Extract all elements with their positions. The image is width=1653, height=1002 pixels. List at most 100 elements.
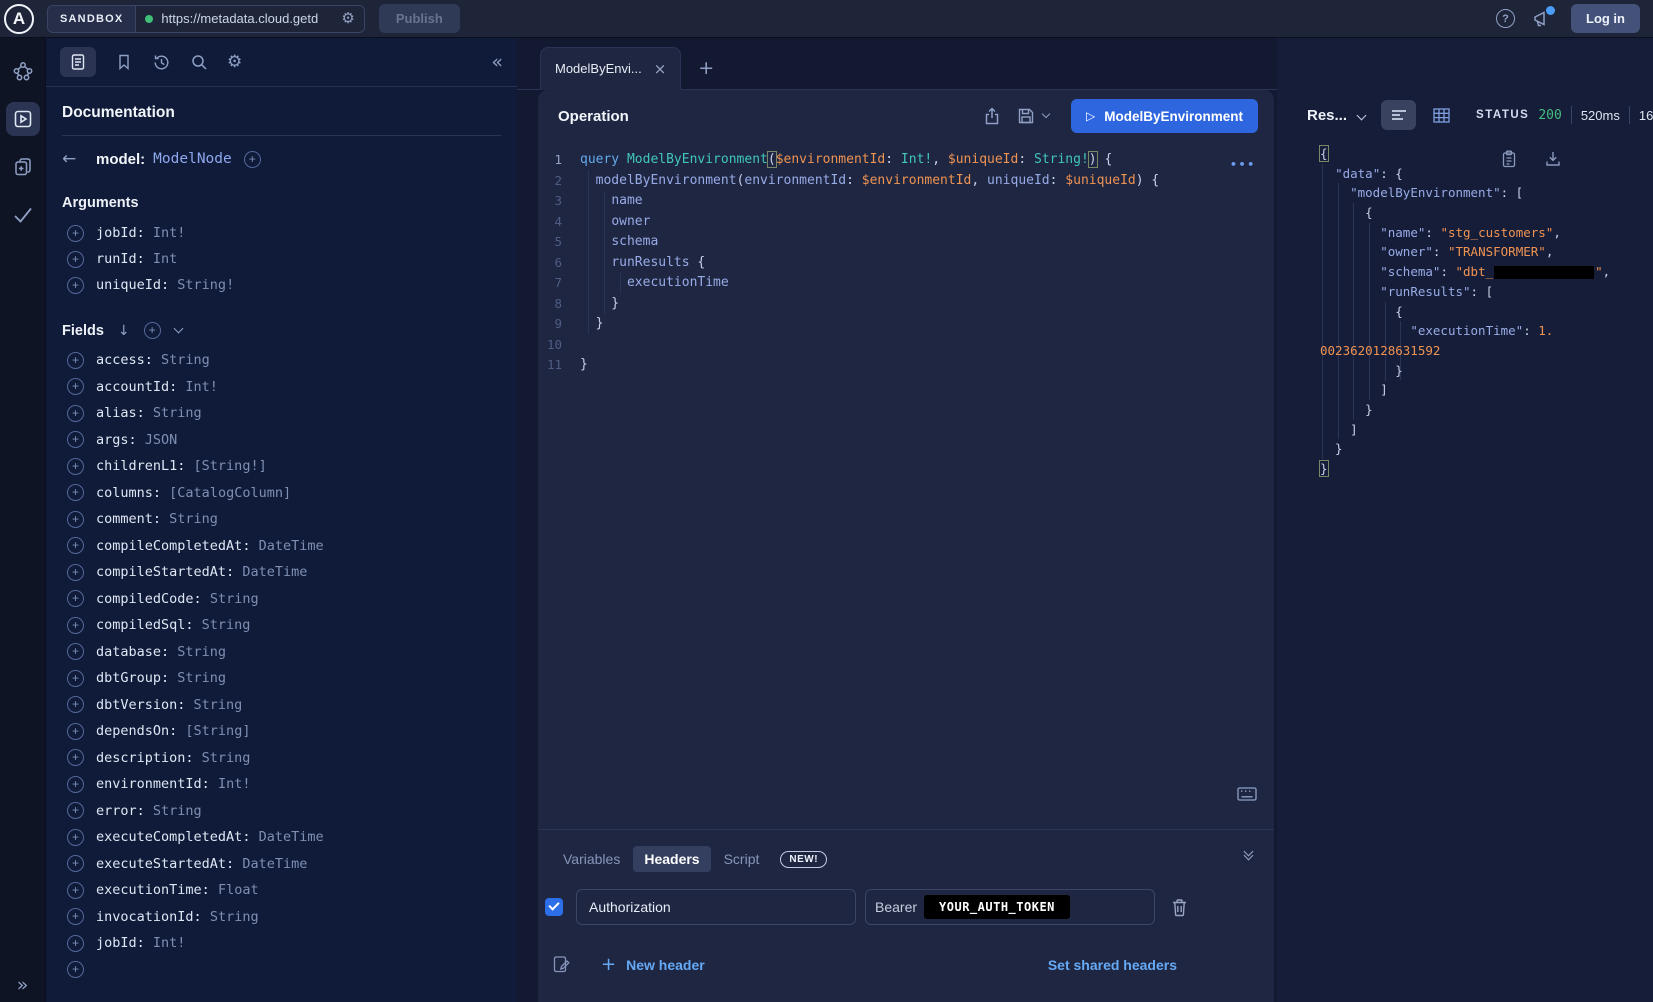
add-field-icon[interactable] (67, 378, 84, 395)
add-field-icon[interactable] (244, 151, 261, 168)
documentation-tab-icon[interactable] (60, 47, 96, 77)
raw-view-icon[interactable] (1381, 100, 1416, 130)
response-chevron-down-icon[interactable] (1358, 106, 1365, 124)
add-field-icon[interactable] (67, 537, 84, 554)
field-type[interactable]: Int! (185, 379, 218, 395)
announcements-icon[interactable] (1532, 9, 1554, 29)
argument-type[interactable]: Int (153, 251, 177, 267)
run-operation-button[interactable]: ▷ ModelByEnvironment (1071, 99, 1258, 133)
endpoint-url[interactable]: https://metadata.cloud.getd (161, 11, 333, 26)
table-view-icon[interactable] (1424, 100, 1459, 130)
add-field-icon[interactable] (67, 749, 84, 766)
collapse-docs-icon[interactable]: « (491, 51, 503, 73)
add-field-icon[interactable] (67, 935, 84, 952)
add-all-fields-icon[interactable] (144, 322, 161, 339)
field-type[interactable]: String (177, 644, 226, 660)
add-field-icon[interactable] (67, 590, 84, 607)
add-field-icon[interactable] (67, 829, 84, 846)
field-type[interactable]: DateTime (259, 829, 324, 845)
argument-type[interactable]: String! (177, 277, 234, 293)
field-type[interactable]: [String] (185, 723, 250, 739)
add-field-icon[interactable] (67, 511, 84, 528)
field-type[interactable]: String (153, 405, 202, 421)
field-type[interactable]: String (210, 909, 259, 925)
field-ref-type[interactable]: ModelNode (153, 151, 232, 167)
keyboard-shortcuts-icon[interactable] (1237, 787, 1257, 801)
field-type[interactable]: String (202, 750, 251, 766)
argument-type[interactable]: Int! (153, 225, 186, 241)
share-operation-icon[interactable] (983, 107, 1001, 126)
add-field-icon[interactable] (67, 352, 84, 369)
endpoint-settings-icon[interactable]: ⚙ (341, 11, 354, 26)
field-type[interactable]: Float (218, 882, 259, 898)
field-type[interactable]: String (161, 352, 210, 368)
field-type[interactable]: Int! (218, 776, 251, 792)
fields-chevron-down-icon[interactable] (173, 324, 183, 334)
operation-tab[interactable]: ModelByEnvi... × (540, 47, 681, 90)
field-type[interactable]: DateTime (259, 538, 324, 554)
add-field-icon[interactable] (67, 776, 84, 793)
field-type[interactable]: [String!] (194, 458, 267, 474)
header-value-input[interactable]: Bearer YOUR_AUTH_TOKEN (865, 889, 1155, 925)
add-field-icon[interactable] (67, 961, 84, 978)
new-header-button[interactable]: + New header (601, 954, 705, 975)
add-field-icon[interactable] (67, 908, 84, 925)
explorer-nav-icon[interactable] (6, 102, 40, 136)
field-type[interactable]: String (210, 591, 259, 607)
field-type[interactable]: String (169, 511, 218, 527)
field-type[interactable]: String (153, 803, 202, 819)
field-type[interactable]: DateTime (242, 564, 307, 580)
checks-icon[interactable] (6, 198, 40, 232)
delete-header-icon[interactable] (1171, 898, 1188, 917)
add-field-icon[interactable] (67, 670, 84, 687)
add-argument-icon[interactable] (67, 251, 84, 268)
field-type[interactable]: Int! (153, 935, 186, 951)
add-field-icon[interactable] (67, 802, 84, 819)
endpoint-input[interactable]: https://metadata.cloud.getd ⚙ (136, 6, 363, 32)
history-icon[interactable] (152, 53, 171, 72)
tab-script[interactable]: Script (713, 846, 771, 872)
add-field-icon[interactable] (67, 643, 84, 660)
schema-graph-icon[interactable] (6, 54, 40, 88)
field-type[interactable]: DateTime (242, 856, 307, 872)
publish-button[interactable]: Publish (379, 4, 460, 33)
copy-response-icon[interactable] (1501, 150, 1517, 168)
response-dropdown[interactable]: Res... (1307, 107, 1347, 124)
explorer-settings-icon[interactable]: ⚙ (227, 52, 242, 72)
set-shared-headers-link[interactable]: Set shared headers (1048, 957, 1177, 973)
back-icon[interactable]: ← (62, 149, 84, 169)
field-type[interactable]: String (202, 617, 251, 633)
expand-rail-icon[interactable]: » (0, 974, 45, 996)
add-field-icon[interactable] (67, 484, 84, 501)
edit-headers-json-icon[interactable] (552, 955, 570, 974)
add-field-icon[interactable] (67, 696, 84, 713)
add-field-icon[interactable] (67, 882, 84, 899)
login-button[interactable]: Log in (1571, 4, 1640, 33)
add-field-icon[interactable] (67, 431, 84, 448)
apollo-logo[interactable]: A (4, 4, 34, 34)
new-tab-icon[interactable]: + (698, 57, 714, 79)
operation-collections-icon[interactable] (6, 150, 40, 184)
field-type[interactable]: [CatalogColumn] (169, 485, 291, 501)
header-name-input[interactable]: Authorization (576, 889, 856, 925)
add-field-icon[interactable] (67, 855, 84, 872)
tab-variables[interactable]: Variables (552, 846, 631, 872)
header-enabled-checkbox[interactable] (545, 898, 563, 916)
add-field-icon[interactable] (67, 617, 84, 634)
field-type[interactable]: JSON (145, 432, 178, 448)
add-field-icon[interactable] (67, 723, 84, 740)
field-type[interactable]: String (194, 697, 243, 713)
save-operation-icon[interactable] (1017, 107, 1035, 125)
close-tab-icon[interactable]: × (654, 60, 667, 78)
bookmarks-icon[interactable] (115, 53, 133, 71)
operation-more-options-icon[interactable]: ••• (1230, 158, 1256, 171)
add-field-icon[interactable] (67, 458, 84, 475)
add-argument-icon[interactable] (67, 277, 84, 294)
graphql-editor[interactable]: ••• 1query ModelByEnvironment($environme… (538, 142, 1274, 829)
add-field-icon[interactable] (67, 564, 84, 581)
collapse-panel-icon[interactable] (1245, 852, 1252, 859)
search-icon[interactable] (190, 53, 208, 71)
download-response-icon[interactable] (1545, 150, 1561, 168)
save-options-chevron-icon[interactable] (1042, 110, 1050, 118)
help-icon[interactable]: ? (1496, 9, 1515, 28)
